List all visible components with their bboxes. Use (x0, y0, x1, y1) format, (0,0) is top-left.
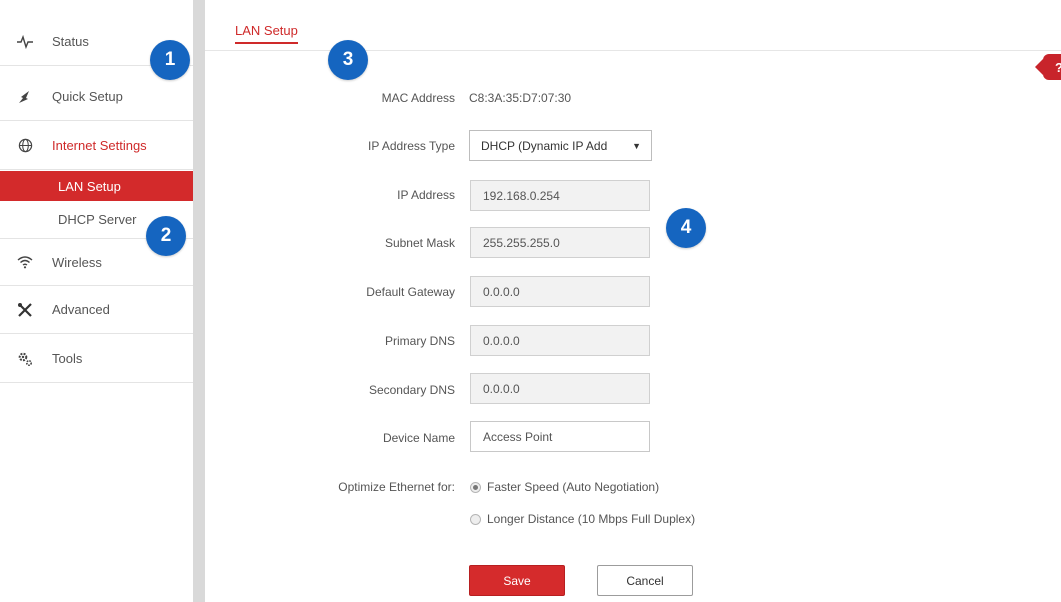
ip-address-label: IP Address (397, 188, 455, 202)
radio-selected-icon (470, 481, 481, 493)
device-name-value: Access Point (483, 429, 553, 444)
dropdown-arrow-icon: ▼ (632, 141, 641, 151)
tools-crossed-icon (14, 299, 36, 321)
sidebar-item-label: Tools (52, 351, 83, 366)
ip-address-type-label: IP Address Type (368, 139, 455, 153)
tab-lan-setup[interactable]: LAN Setup (235, 23, 298, 44)
radio-unselected-icon (470, 513, 481, 525)
subnet-mask-field[interactable]: 255.255.255.0 (470, 227, 650, 258)
ip-address-field[interactable]: 192.168.0.254 (470, 180, 650, 211)
radio-longer-distance[interactable]: Longer Distance (10 Mbps Full Duplex) (470, 512, 695, 526)
primary-dns-value: 0.0.0.0 (483, 333, 520, 348)
rocket-icon (14, 86, 36, 108)
radio-label: Faster Speed (Auto Negotiation) (487, 480, 660, 494)
help-button[interactable]: ? (1035, 54, 1061, 80)
sidebar-item-label: Quick Setup (52, 89, 123, 104)
secondary-dns-value: 0.0.0.0 (483, 381, 520, 396)
callout-badge-3: 3 (328, 40, 368, 80)
gears-icon (14, 348, 36, 370)
subnet-mask-label: Subnet Mask (384, 236, 455, 250)
save-button[interactable]: Save (469, 565, 565, 596)
default-gateway-label: Default Gateway (366, 285, 455, 299)
sidebar-item-label: Wireless (52, 254, 102, 270)
optimize-ethernet-label: Optimize Ethernet for: (338, 480, 455, 494)
sidebar-item-label: Advanced (52, 302, 110, 317)
radio-label: Longer Distance (10 Mbps Full Duplex) (487, 512, 696, 526)
ip-address-value: 192.168.0.254 (483, 188, 560, 203)
wifi-icon (14, 251, 36, 273)
sidebar-subitem-label: DHCP Server (58, 211, 137, 227)
primary-dns-field[interactable]: 0.0.0.0 (470, 325, 650, 356)
default-gateway-value: 0.0.0.0 (483, 284, 520, 299)
ip-address-type-select[interactable]: DHCP (Dynamic IP Add ▼ (469, 130, 652, 161)
callout-badge-1: 1 (150, 40, 190, 80)
cancel-button[interactable]: Cancel (597, 565, 693, 596)
mac-address-label: MAC Address (381, 91, 455, 105)
radio-faster-speed[interactable]: Faster Speed (Auto Negotiation) (470, 480, 659, 494)
sidebar-subitem-label: LAN Setup (58, 178, 121, 194)
device-name-label: Device Name (382, 431, 455, 445)
callout-badge-4: 4 (666, 208, 706, 248)
sidebar-item-label: Internet Settings (52, 138, 147, 153)
default-gateway-field[interactable]: 0.0.0.0 (470, 276, 650, 307)
secondary-dns-label: Secondary DNS (368, 383, 455, 397)
mac-address-value: C8:3A:35:D7:07:30 (469, 91, 572, 105)
subnet-mask-value: 255.255.255.0 (483, 235, 560, 250)
callout-badge-2: 2 (146, 216, 186, 256)
primary-dns-label: Primary DNS (384, 334, 455, 348)
sidebar-item-label: Status (52, 34, 89, 49)
device-name-field[interactable]: Access Point (470, 421, 650, 452)
globe-icon (14, 135, 36, 157)
ip-address-type-value: DHCP (Dynamic IP Add (481, 138, 608, 153)
secondary-dns-field[interactable]: 0.0.0.0 (470, 373, 650, 404)
tab-bar: LAN Setup (205, 0, 1061, 51)
activity-icon (14, 31, 36, 53)
